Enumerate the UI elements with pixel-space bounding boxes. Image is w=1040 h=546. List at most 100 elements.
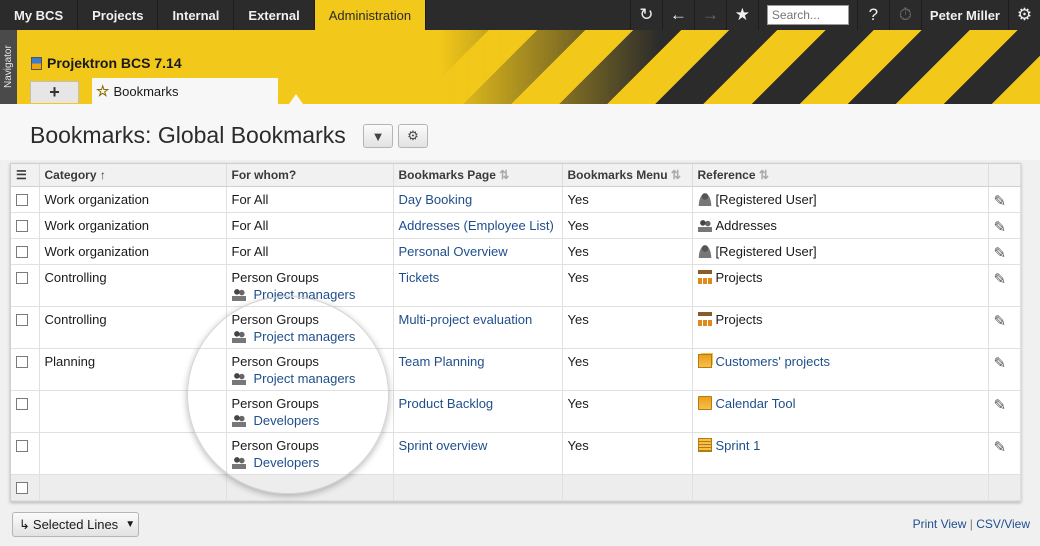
table-row[interactable]: Controlling Person Groups Project managers… [11, 264, 1021, 307]
bookmarks-page-cell: Tickets [393, 264, 563, 307]
edit-icon[interactable]: ✎ [994, 271, 1007, 288]
person-group: Project managers [231, 329, 388, 344]
table-row[interactable]: Work organization For All Addresses (Emplo… [11, 212, 1021, 239]
column-header-bookmarks-menu[interactable]: Bookmarks Menu ⇅ [562, 164, 693, 187]
tab-bookmarks[interactable]: ☆ Bookmarks [92, 78, 278, 104]
edit-icon[interactable]: ✎ [994, 355, 1007, 372]
row-checkbox[interactable] [16, 245, 28, 258]
bookmarks-page-link[interactable]: Day Booking [399, 192, 473, 207]
page-settings-button[interactable]: ⚙ [398, 124, 428, 148]
row-checkbox[interactable] [16, 219, 28, 232]
bookmarks-page-cell: Team Planning [393, 348, 563, 391]
print-view-link[interactable]: Print View [913, 517, 967, 531]
star-favorites-icon[interactable]: ★ [725, 0, 758, 30]
edit-icon[interactable]: ✎ [994, 313, 1007, 330]
table-row[interactable]: Work organization For All Day Booking Yes [R… [11, 186, 1021, 213]
select-all-checkbox[interactable] [16, 481, 28, 494]
person-group-link[interactable]: Developers [254, 413, 320, 428]
for-whom-cell: Person Groups Project managers [226, 306, 394, 349]
for-whom-label: Person Groups [231, 269, 319, 285]
help-icon[interactable]: ? [856, 0, 889, 30]
column-header-for-whom[interactable]: For whom? [226, 164, 394, 187]
for-whom-cell: Person Groups Project managers [226, 264, 394, 307]
reference-label: Addresses [715, 217, 777, 233]
category-cell: Controlling [39, 264, 227, 307]
tab-my-bcs[interactable]: My BCS [0, 0, 79, 30]
title-dropdown-button[interactable]: ▼ [363, 124, 393, 148]
user-name[interactable]: Peter Miller [920, 0, 1008, 30]
table-row[interactable]: Controlling Person Groups Project managers… [11, 306, 1021, 349]
table-row[interactable]: Person Groups Developers Product Backlog Ye… [11, 390, 1021, 433]
tab-administration[interactable]: Administration [314, 0, 427, 30]
add-tab-button[interactable]: + [30, 81, 79, 103]
row-checkbox[interactable] [16, 355, 28, 368]
row-select-cell [11, 348, 40, 391]
reference-label[interactable]: Customers' projects [716, 354, 830, 369]
reference-label[interactable]: Calendar Tool [716, 396, 796, 411]
bookmarks-menu-cell: Yes [562, 390, 693, 433]
bookmarks-page-link[interactable]: Team Planning [399, 354, 485, 369]
edit-icon[interactable]: ✎ [994, 245, 1007, 262]
row-checkbox[interactable] [16, 193, 28, 206]
reference-cell: [Registered User] [692, 238, 989, 265]
selected-lines-button[interactable]: ↳ Selected Lines ▼ [12, 512, 139, 537]
row-checkbox[interactable] [16, 397, 28, 410]
column-header-category[interactable]: Category ↑ [39, 164, 227, 187]
navigator-toggle[interactable]: Navigator [0, 30, 17, 104]
bookmarks-page-link[interactable]: Multi-project evaluation [399, 312, 533, 327]
bookmarks-page-link[interactable]: Tickets [399, 270, 440, 285]
table-row[interactable]: Person Groups Developers Sprint overview Ye… [11, 432, 1021, 475]
row-select-cell [11, 432, 40, 475]
refresh-icon[interactable]: ↻ [629, 0, 662, 30]
person-group-link[interactable]: Project managers [254, 329, 356, 344]
for-whom-label: Person Groups [231, 437, 319, 453]
person-group-link[interactable]: Developers [254, 455, 320, 470]
person-group-icon [231, 329, 246, 343]
for-whom-cell: For All [226, 212, 394, 239]
edit-cell: ✎ [988, 348, 1021, 391]
gear-icon[interactable]: ⚙ [1008, 0, 1040, 30]
person-group-link[interactable]: Project managers [254, 287, 356, 302]
table-row[interactable]: Planning Person Groups Project managers Tea… [11, 348, 1021, 391]
search-box [757, 0, 857, 30]
edit-icon[interactable]: ✎ [994, 439, 1007, 456]
row-select-cell [11, 186, 40, 213]
reference-cell: Addresses [692, 212, 989, 239]
back-arrow-icon[interactable]: ← [661, 0, 694, 30]
edit-icon[interactable]: ✎ [994, 193, 1007, 210]
column-header-bookmarks-page[interactable]: Bookmarks Page ⇅ [393, 164, 563, 187]
person-group-link[interactable]: Project managers [254, 371, 356, 386]
table-row[interactable]: Work organization For All Personal Overvie… [11, 238, 1021, 265]
reference-cell: Calendar Tool [692, 390, 989, 433]
tab-projects[interactable]: Projects [78, 0, 159, 30]
column-chooser-icon[interactable]: ☰ [11, 164, 40, 187]
forward-arrow-icon[interactable]: → [693, 0, 726, 30]
tab-external[interactable]: External [234, 0, 315, 30]
sort-icon: ⇅ [499, 167, 510, 182]
reference-label: Projects [715, 311, 763, 327]
bookmarks-page-link[interactable]: Personal Overview [399, 244, 508, 259]
column-header-reference[interactable]: Reference ⇅ [692, 164, 989, 187]
csv-view-link[interactable]: CSV/View [976, 517, 1030, 531]
footer-cell [226, 474, 394, 501]
bookmarks-page-link[interactable]: Addresses (Employee List) [399, 218, 554, 233]
column-header-label: Category [44, 167, 97, 182]
for-whom-label: For All [231, 217, 269, 233]
edit-cell: ✎ [988, 432, 1021, 475]
row-checkbox[interactable] [16, 271, 28, 284]
tab-internal[interactable]: Internal [158, 0, 235, 30]
search-input[interactable] [766, 5, 849, 25]
stopwatch-icon[interactable]: ⏱ [888, 0, 921, 30]
edit-icon[interactable]: ✎ [994, 219, 1007, 236]
row-checkbox[interactable] [16, 439, 28, 452]
bookmarks-page-link[interactable]: Product Backlog [399, 396, 494, 411]
for-whom-cell: Person Groups Developers [226, 390, 394, 433]
row-checkbox[interactable] [16, 313, 28, 326]
edit-icon[interactable]: ✎ [994, 397, 1007, 414]
bookmarks-page-cell: Personal Overview [393, 238, 563, 265]
footer-cell [692, 474, 989, 501]
bookmarks-page-cell: Sprint overview [393, 432, 563, 475]
reference-label[interactable]: Sprint 1 [716, 438, 761, 453]
edit-cell: ✎ [988, 264, 1021, 307]
bookmarks-page-link[interactable]: Sprint overview [399, 438, 488, 453]
